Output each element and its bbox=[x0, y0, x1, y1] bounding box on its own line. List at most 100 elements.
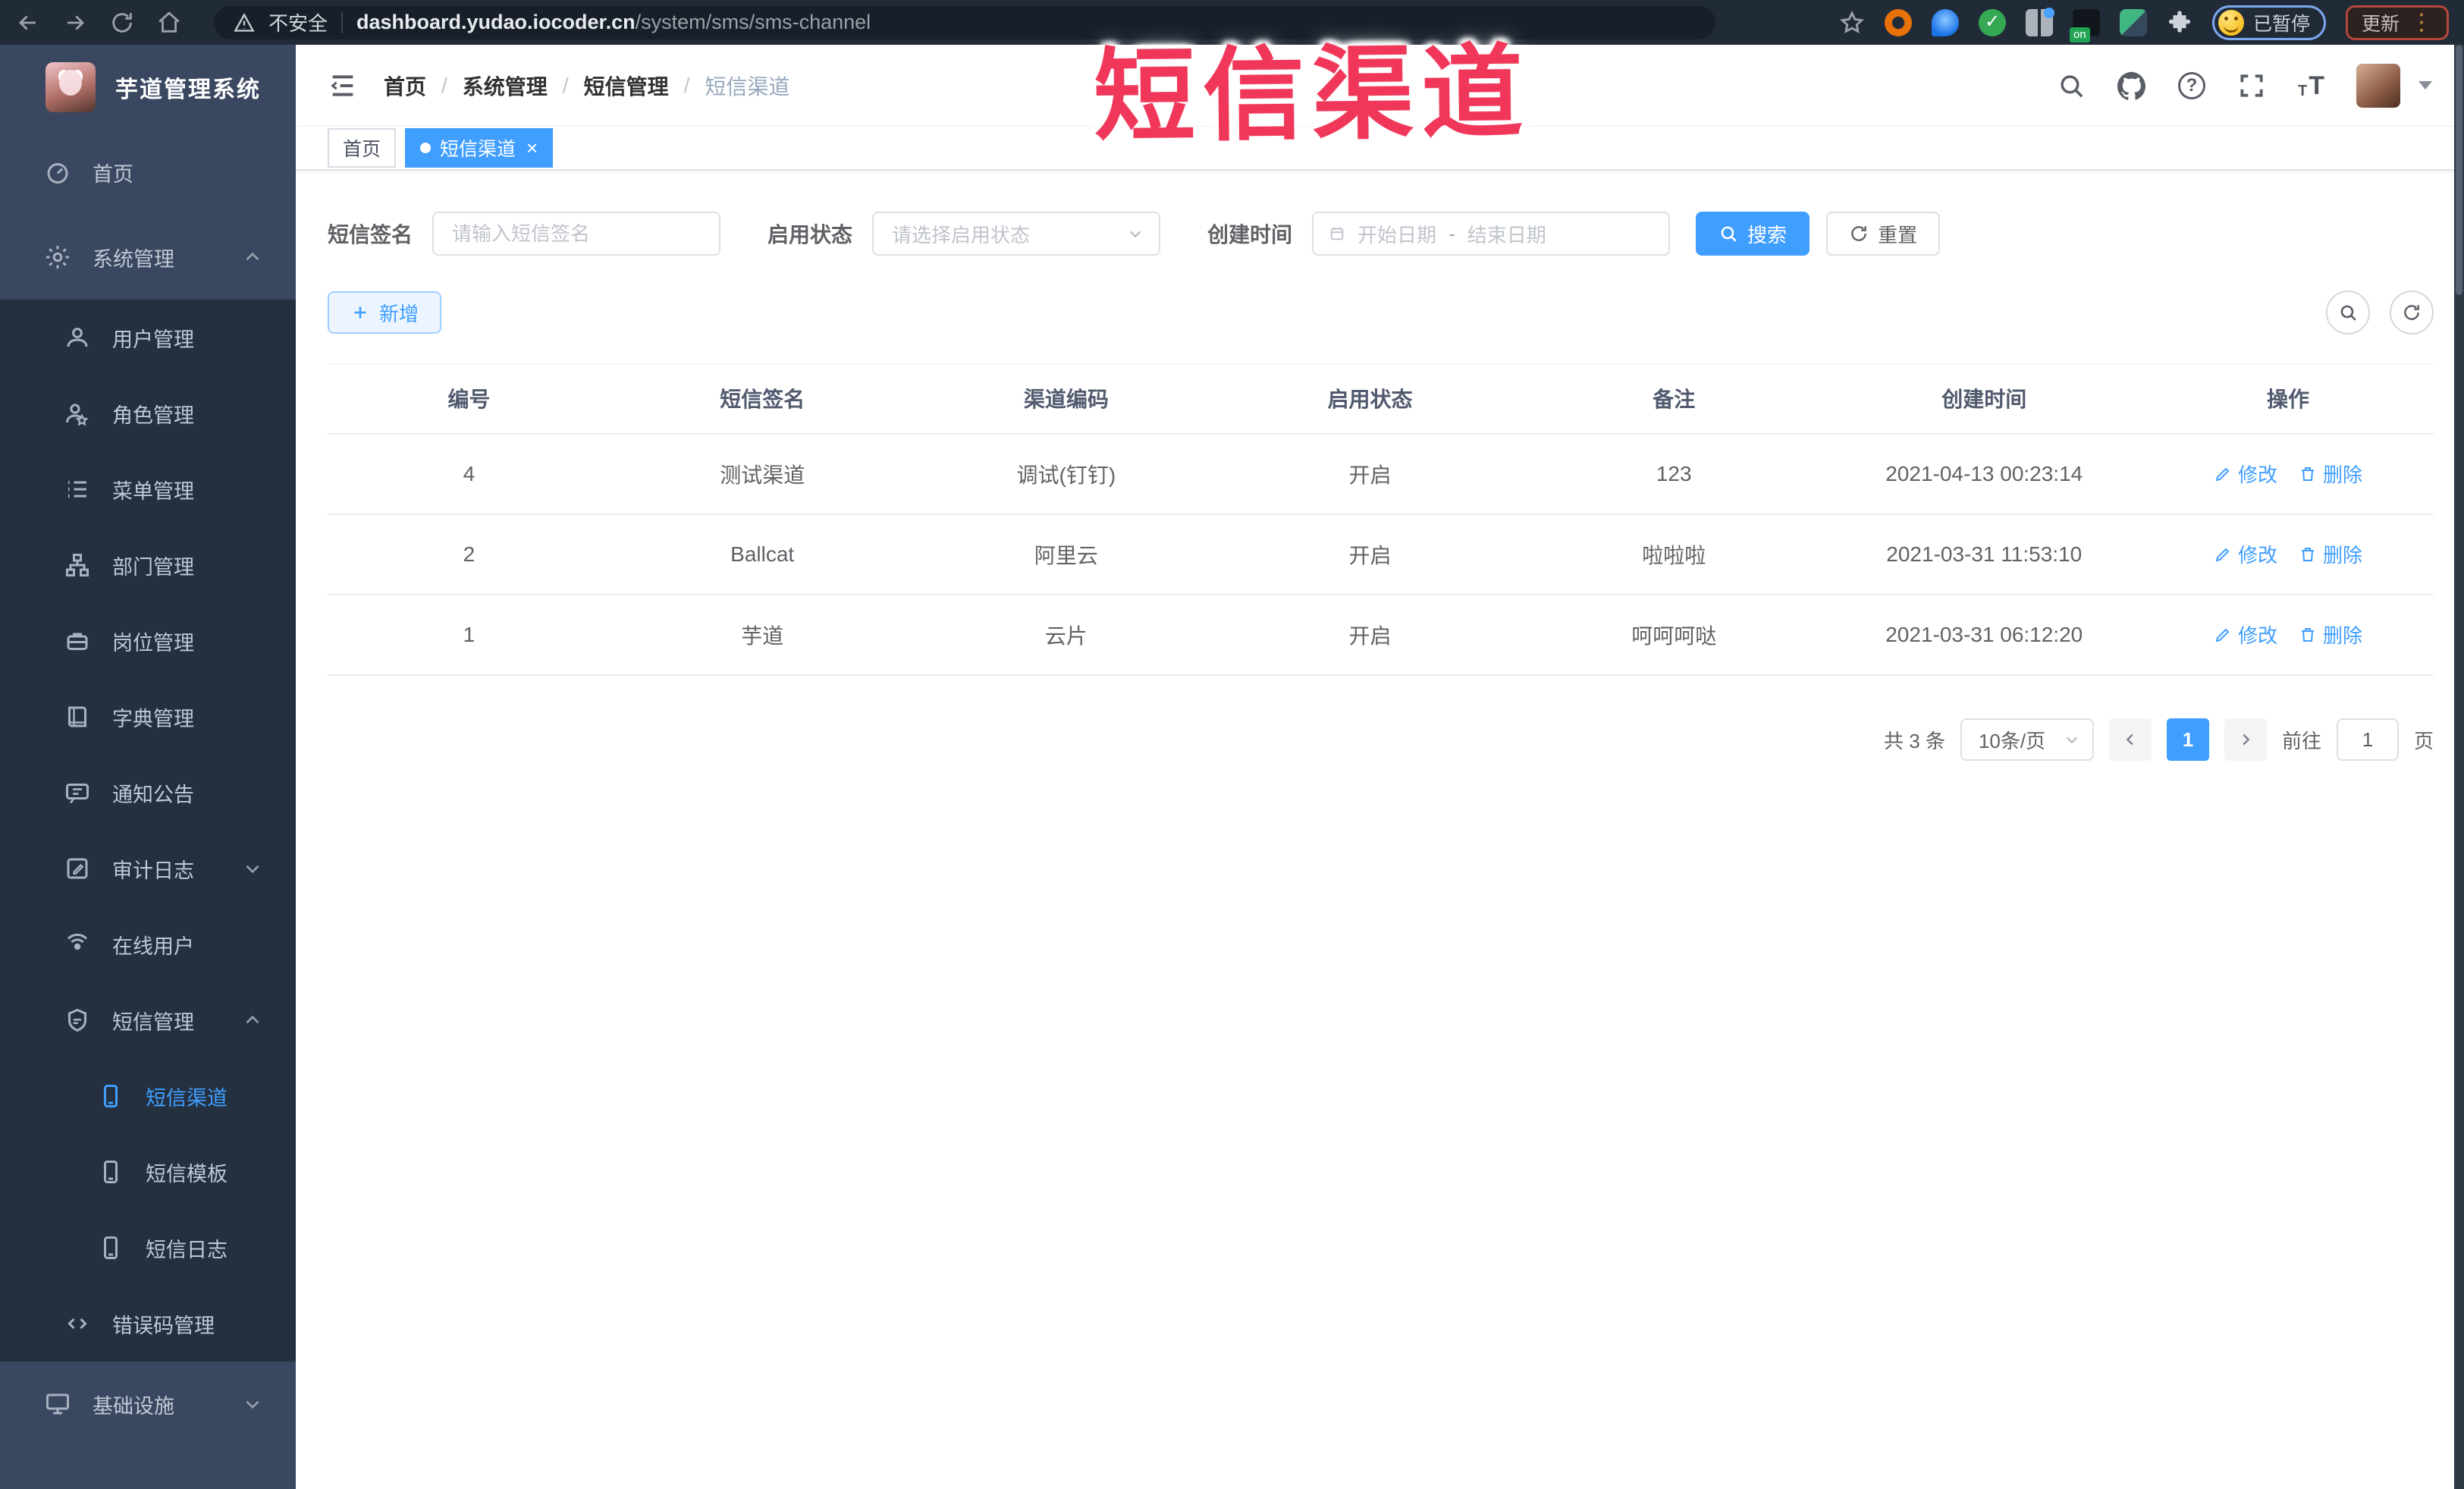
bookmark-star-icon[interactable] bbox=[1839, 10, 1865, 36]
chevron-down-icon bbox=[246, 1400, 259, 1409]
sidebar-item-sms-template[interactable]: 短信模板 bbox=[0, 1134, 296, 1210]
sidebar-item-system[interactable]: 系统管理 bbox=[0, 215, 296, 300]
page-size-select[interactable]: 10条/页 bbox=[1960, 718, 2094, 761]
search-icon bbox=[2340, 305, 2356, 321]
edit-link[interactable]: 修改 bbox=[2214, 620, 2277, 649]
forward-icon[interactable] bbox=[62, 10, 88, 36]
add-button[interactable]: 新增 bbox=[328, 291, 442, 334]
warning-icon bbox=[234, 12, 255, 32]
divider bbox=[341, 11, 344, 33]
extension-check-icon[interactable] bbox=[1978, 8, 2006, 36]
fullscreen-icon[interactable] bbox=[2237, 71, 2266, 100]
security-label[interactable]: 不安全 bbox=[268, 8, 328, 36]
sidebar-item-infrastructure[interactable]: 基础设施 bbox=[0, 1362, 296, 1447]
table-options bbox=[2326, 291, 2434, 335]
tag-sms-channel[interactable]: 短信渠道 × bbox=[405, 128, 554, 168]
font-size-icon[interactable]: TT bbox=[2298, 73, 2324, 99]
chevron-up-icon bbox=[246, 252, 259, 261]
role-icon bbox=[66, 404, 89, 426]
github-icon[interactable] bbox=[2117, 71, 2146, 100]
chevron-up-icon bbox=[246, 1015, 259, 1024]
delete-link[interactable]: 删除 bbox=[2299, 460, 2362, 488]
sidebar-item-online-users[interactable]: 在线用户 bbox=[0, 906, 296, 982]
pencil-icon bbox=[2215, 467, 2230, 482]
edit-link[interactable]: 修改 bbox=[2214, 540, 2277, 568]
sidebar-item-users[interactable]: 用户管理 bbox=[0, 300, 296, 375]
tag-home[interactable]: 首页 bbox=[328, 128, 397, 168]
sidebar-item-error-codes[interactable]: 错误码管理 bbox=[0, 1286, 296, 1362]
calendar-icon bbox=[1330, 227, 1344, 240]
breadcrumb-sms[interactable]: 短信管理 bbox=[584, 71, 669, 101]
menu-kebab-icon[interactable]: ⋮ bbox=[2410, 11, 2433, 34]
start-date-placeholder[interactable]: 开始日期 bbox=[1358, 220, 1436, 248]
col-actions: 操作 bbox=[2142, 363, 2434, 435]
sidebar-item-notice[interactable]: 通知公告 bbox=[0, 755, 296, 831]
close-tab-icon[interactable]: × bbox=[526, 138, 538, 158]
help-icon[interactable]: ? bbox=[2178, 71, 2205, 99]
refresh-table-button[interactable] bbox=[2390, 291, 2434, 335]
sidebar-item-audit-log[interactable]: 审计日志 bbox=[0, 831, 296, 906]
col-status: 启用状态 bbox=[1218, 363, 1522, 435]
delete-link[interactable]: 删除 bbox=[2299, 540, 2362, 568]
sidebar-item-menus[interactable]: 菜单管理 bbox=[0, 451, 296, 527]
page-content: 短信签名 启用状态 请选择启用状态 创建时间 开始日期 - 结束日期 搜索 bbox=[296, 171, 2464, 1489]
profile-chip[interactable]: 已暂停 bbox=[2211, 5, 2326, 40]
next-page-button[interactable] bbox=[2224, 718, 2267, 761]
avatar-caret-icon[interactable] bbox=[2418, 81, 2432, 90]
end-date-placeholder[interactable]: 结束日期 bbox=[1467, 220, 1546, 248]
collapse-sidebar-icon[interactable] bbox=[328, 71, 358, 101]
page-1-button[interactable]: 1 bbox=[2166, 718, 2209, 761]
delete-link[interactable]: 删除 bbox=[2299, 620, 2362, 649]
update-button[interactable]: 更新 ⋮ bbox=[2345, 5, 2449, 40]
goto-page-input[interactable] bbox=[2336, 718, 2399, 761]
back-icon[interactable] bbox=[15, 10, 41, 36]
sidebar-item-home[interactable]: 首页 bbox=[0, 130, 296, 215]
home-icon[interactable] bbox=[156, 10, 182, 36]
extension-vue-icon[interactable] bbox=[2119, 8, 2147, 36]
message-bubble-icon bbox=[66, 784, 89, 804]
sidebar-item-departments[interactable]: 部门管理 bbox=[0, 527, 296, 603]
table-row: 1 芋道 云片 开启 呵呵呵哒 2021-03-31 06:12:20 修改 删除 bbox=[328, 595, 2434, 676]
url-text[interactable]: dashboard.yudao.iocoder.cn/system/sms/sm… bbox=[356, 11, 871, 34]
profile-avatar-icon bbox=[2218, 9, 2244, 36]
chevron-down-icon bbox=[1129, 231, 1141, 238]
pagination-total: 共 3 条 bbox=[1884, 729, 1945, 752]
extension-orange-icon[interactable] bbox=[1884, 8, 1912, 36]
sms-channel-table: 编号 短信签名 渠道编码 启用状态 备注 创建时间 操作 4 测试渠道 调试(钉… bbox=[328, 363, 2434, 676]
breadcrumb-system[interactable]: 系统管理 bbox=[463, 71, 548, 101]
reload-icon[interactable] bbox=[109, 10, 135, 36]
sidebar-item-dict[interactable]: 字典管理 bbox=[0, 679, 296, 755]
extension-grid-icon[interactable] bbox=[2025, 7, 2054, 36]
status-select[interactable]: 请选择启用状态 bbox=[872, 212, 1161, 256]
page-unit: 页 bbox=[2413, 729, 2434, 752]
window-scrollbar[interactable] bbox=[2454, 45, 2464, 1489]
extension-proxy-icon[interactable]: on bbox=[2069, 8, 2100, 42]
breadcrumb: 首页 / 系统管理 / 短信管理 / 短信渠道 bbox=[384, 71, 789, 101]
extension-pin-icon[interactable] bbox=[1931, 8, 1959, 36]
sidebar-item-sms[interactable]: 短信管理 bbox=[0, 982, 296, 1058]
breadcrumb-home[interactable]: 首页 bbox=[384, 71, 426, 101]
sign-input[interactable] bbox=[432, 212, 721, 256]
user-avatar[interactable] bbox=[2356, 63, 2400, 108]
date-range-picker[interactable]: 开始日期 - 结束日期 bbox=[1312, 212, 1671, 256]
sidebar-item-roles[interactable]: 角色管理 bbox=[0, 375, 296, 451]
user-icon bbox=[67, 328, 88, 347]
pencil-icon bbox=[2215, 628, 2230, 642]
sms-shield-icon bbox=[68, 1008, 86, 1032]
table-header-row: 编号 短信签名 渠道编码 启用状态 备注 创建时间 操作 bbox=[328, 363, 2434, 435]
app-logo-row[interactable]: 芋道管理系统 bbox=[0, 45, 296, 130]
search-button[interactable]: 搜索 bbox=[1696, 212, 1810, 256]
sidebar-item-sms-channel[interactable]: 短信渠道 bbox=[0, 1058, 296, 1134]
sidebar-item-posts[interactable]: 岗位管理 bbox=[0, 603, 296, 679]
edit-link[interactable]: 修改 bbox=[2214, 460, 2277, 488]
menu-list-icon bbox=[68, 480, 86, 498]
sidebar: 芋道管理系统 首页 系统管理 用户管理 角色管理 菜单管理 部门管理 岗位管理 bbox=[0, 45, 296, 1489]
extensions-puzzle-icon[interactable] bbox=[2167, 10, 2192, 36]
toggle-search-button[interactable] bbox=[2326, 291, 2370, 335]
scrollbar-thumb[interactable] bbox=[2456, 45, 2462, 295]
prev-page-button[interactable] bbox=[2108, 718, 2152, 761]
search-icon[interactable] bbox=[2057, 71, 2086, 100]
code-icon bbox=[67, 1318, 87, 1330]
sidebar-item-sms-log[interactable]: 短信日志 bbox=[0, 1210, 296, 1286]
reset-button[interactable]: 重置 bbox=[1826, 212, 1941, 256]
